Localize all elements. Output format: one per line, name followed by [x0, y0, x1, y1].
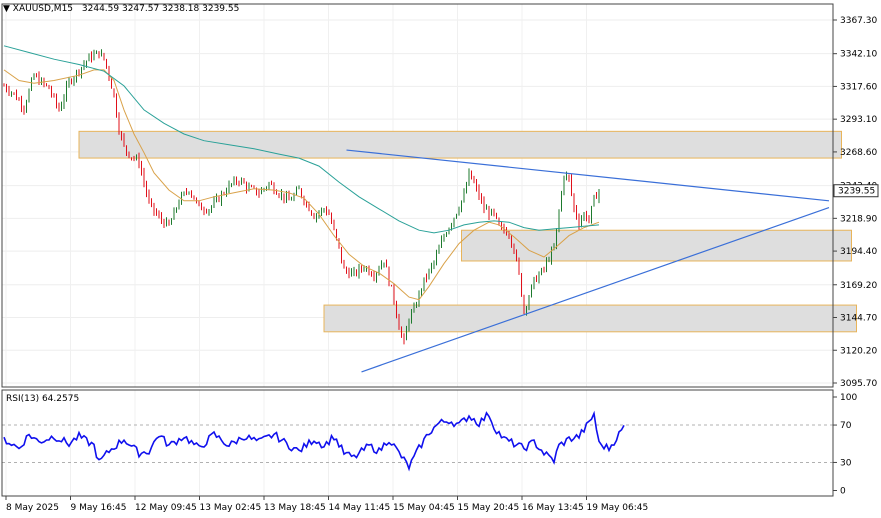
rsi-axis-label: 100 — [840, 393, 857, 403]
collapse-triangle-icon[interactable]: ▼ — [3, 4, 10, 14]
price-axis-label: 3268.60 — [840, 148, 877, 158]
moving-averages — [3, 45, 600, 301]
time-axis-labels: 8 May 2025 9 May 16:45 12 May 09:45 13 May … — [5, 496, 649, 513]
time-axis-label: 15 May 04:45 — [393, 503, 455, 513]
price-axis-label: 3367.30 — [840, 16, 877, 26]
price-axis-label: 3120.20 — [840, 346, 877, 356]
price-axis-label: 3342.10 — [840, 50, 877, 60]
symbol-timeframe: XAUUSD,M15 — [12, 4, 74, 14]
rsi-axis-label: 70 — [840, 421, 852, 431]
price-axis-label: 3194.40 — [840, 247, 877, 257]
time-axis-label: 16 May 13:45 — [522, 503, 584, 513]
price-axis-label: 3317.60 — [840, 82, 877, 92]
price-axis-labels: 3367.303342.103317.603293.103268.603243.… — [833, 16, 877, 389]
time-axis-label: 8 May 2025 — [6, 503, 59, 513]
rsi-layer — [3, 410, 625, 472]
rsi-axis-label: 0 — [840, 487, 846, 497]
time-axis-label: 12 May 09:45 — [135, 503, 197, 513]
supply-demand-zone — [323, 304, 857, 333]
price-axis-label: 3218.90 — [840, 214, 877, 224]
price-axis-label: 3095.70 — [840, 379, 877, 389]
time-axis-label: 15 May 20:45 — [458, 503, 520, 513]
rsi-axis-label: 30 — [840, 458, 852, 468]
time-axis-label: 9 May 16:45 — [71, 503, 127, 513]
current-price-text: 3239.55 — [838, 187, 875, 197]
time-axis-label: 13 May 02:45 — [200, 503, 262, 513]
zones-layer — [78, 130, 857, 333]
supply-demand-zone — [78, 130, 842, 159]
rsi-axis-labels: 100 70 30 0 — [833, 393, 857, 497]
rsi-title: RSI(13) 64.2575 — [6, 394, 80, 404]
current-price-badge: 3239.55 — [833, 184, 879, 198]
symbol-header: ▼ XAUUSD,M15 3244.59 3247.57 3238.18 323… — [3, 4, 239, 14]
moving-average-line — [3, 69, 600, 301]
supply-demand-zone — [461, 229, 852, 262]
price-axis-label: 3144.70 — [840, 314, 877, 324]
price-axis-label: 3293.10 — [840, 115, 877, 125]
time-axis-label: 13 May 18:45 — [264, 503, 326, 513]
rsi-line — [3, 410, 625, 472]
time-axis-label: 14 May 11:45 — [329, 503, 391, 513]
ohlc-values: 3244.59 3247.57 3238.18 3239.55 — [81, 4, 240, 14]
price-axis-label: 3169.20 — [840, 281, 877, 291]
chart-canvas: 3367.303342.103317.603293.103268.603243.… — [1, 3, 879, 513]
time-axis-label: 19 May 06:45 — [587, 503, 649, 513]
